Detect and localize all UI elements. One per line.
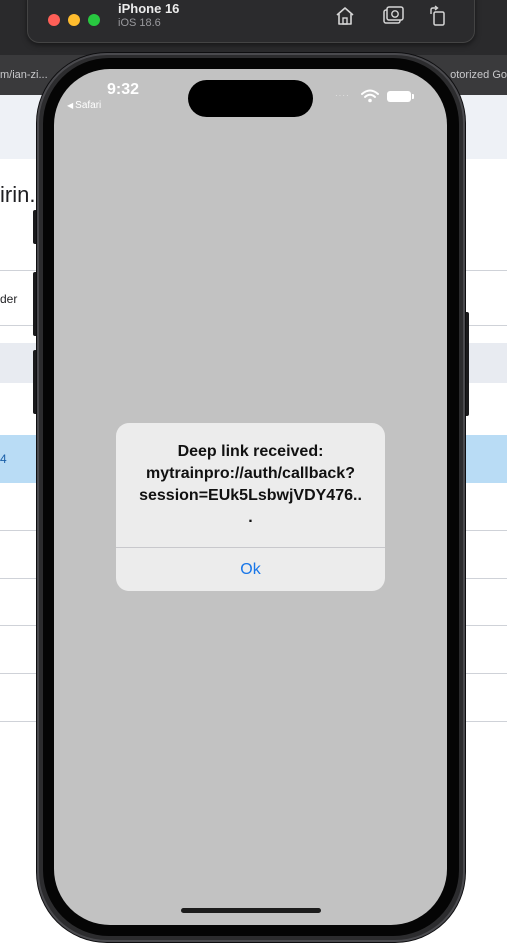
- cellular-signal-icon: ····: [335, 91, 350, 100]
- alert-message: Deep link received: mytrainpro://auth/ca…: [139, 443, 362, 526]
- rotate-icon[interactable]: [427, 5, 449, 27]
- minimize-window-button[interactable]: [68, 14, 80, 26]
- background-url-left: m/ian-zi...: [0, 69, 48, 81]
- background-heading: irin.: [0, 182, 36, 207]
- simulator-titlebar: iPhone 16 iOS 18.6: [27, 0, 475, 43]
- desktop: m/ian-zi... otorized Go irin. der 4 iPho…: [0, 0, 507, 944]
- back-to-app-link[interactable]: ◀ Safari: [67, 100, 101, 111]
- home-indicator[interactable]: [181, 908, 321, 913]
- deep-link-alert: Deep link received: mytrainpro://auth/ca…: [116, 423, 385, 591]
- ok-button[interactable]: Ok: [116, 548, 385, 591]
- dynamic-island: [188, 80, 313, 117]
- simulator-os-version: iOS 18.6: [118, 17, 161, 29]
- simulator-device-name: iPhone 16: [118, 1, 180, 16]
- status-time: 9:32: [107, 81, 140, 98]
- back-app-label: Safari: [75, 100, 102, 111]
- wifi-icon: [361, 89, 379, 103]
- back-triangle-icon: ◀: [67, 101, 74, 110]
- background-row-link: 4: [0, 452, 7, 466]
- close-window-button[interactable]: [48, 14, 60, 26]
- zoom-window-button[interactable]: [88, 14, 100, 26]
- iphone-screen: 9:32 ◀ Safari ···· Deep link received: my…: [54, 69, 447, 925]
- background-url-right: otorized Go: [450, 69, 507, 81]
- battery-icon: [387, 91, 414, 102]
- background-row-label: der: [0, 292, 18, 306]
- home-icon[interactable]: [334, 5, 356, 27]
- screenshot-icon[interactable]: [382, 5, 404, 27]
